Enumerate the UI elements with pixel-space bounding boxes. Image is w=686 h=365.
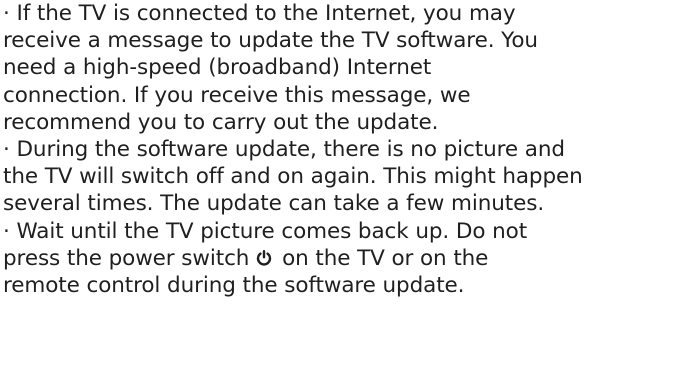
- bullet-during-update: · During the software update, there is n…: [3, 136, 685, 218]
- text-line: · Wait until the TV picture comes back u…: [3, 218, 528, 244]
- text-line: receive a message to update the TV softw…: [3, 28, 538, 54]
- bullet-wait: · Wait until the TV picture comes back u…: [3, 218, 685, 300]
- text-line: remote control during the software updat…: [3, 272, 465, 298]
- text-line-with-icon: press the power switch on the TV or on t…: [3, 245, 685, 272]
- text-line: the TV will switch off and on again. Thi…: [3, 164, 583, 190]
- text-line: connection. If you receive this message,…: [3, 82, 471, 108]
- text-segment: on the TV or on the: [282, 245, 489, 271]
- document-body: · If the TV is connected to the Internet…: [3, 0, 685, 299]
- bullet-internet-update: · If the TV is connected to the Internet…: [3, 0, 685, 136]
- text-line: several times. The update can take a few…: [3, 191, 545, 217]
- text-line: · During the software update, there is n…: [3, 136, 565, 162]
- text-line: need a high-speed (broadband) Internet: [3, 55, 432, 81]
- text-line: · If the TV is connected to the Internet…: [3, 1, 516, 26]
- text-line: recommend you to carry out the update.: [3, 109, 439, 135]
- power-icon: [255, 249, 273, 267]
- text-segment: press the power switch: [3, 245, 250, 271]
